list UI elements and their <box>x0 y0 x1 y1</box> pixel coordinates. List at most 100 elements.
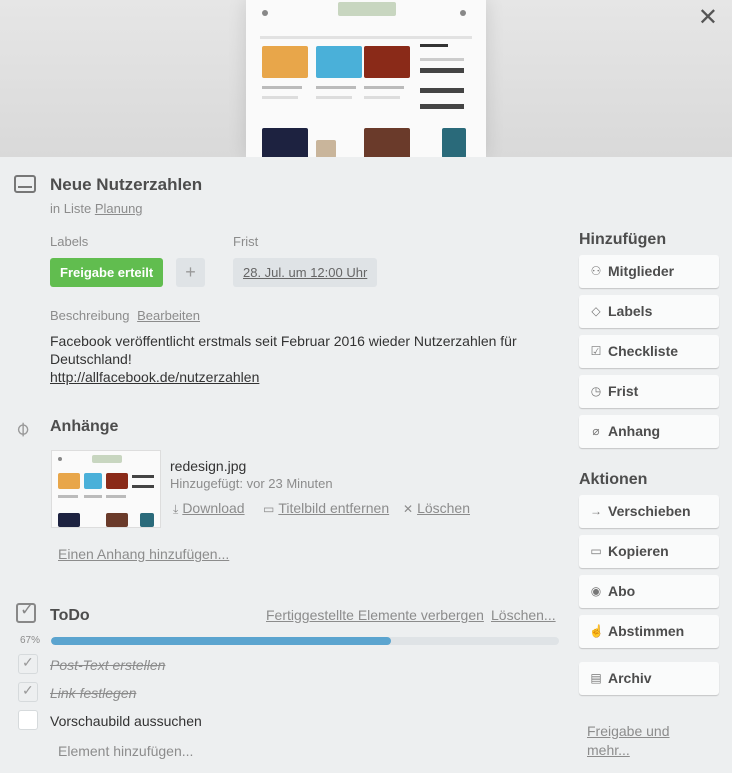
thumbs-up-icon: ☝ <box>589 624 604 638</box>
checklist-icon <box>16 600 36 623</box>
members-label: Mitglieder <box>608 263 675 279</box>
cover-thumb-tile <box>442 128 466 157</box>
add-heading: Hinzufügen <box>579 231 667 248</box>
cover-thumb-logo <box>338 2 396 16</box>
hide-completed-link[interactable]: Fertiggestellte Elemente verbergen <box>266 607 484 623</box>
thumb-tile <box>140 513 154 527</box>
checklist-item-checkbox[interactable] <box>18 682 38 702</box>
vote-label: Abstimmen <box>608 623 685 639</box>
card-icon: ▭ <box>263 502 275 516</box>
thumb-tile <box>106 473 128 489</box>
description-heading: Beschreibung <box>50 308 130 323</box>
archive-label: Archiv <box>608 670 652 686</box>
thumb-line <box>132 475 154 478</box>
delete-checklist-link[interactable]: Löschen... <box>491 607 556 623</box>
cover-thumb-tile <box>364 46 410 78</box>
labels-heading: Labels <box>50 234 89 249</box>
add-checklist-item[interactable]: Element hinzufügen... <box>58 743 193 759</box>
checklist-item-checkbox[interactable] <box>18 710 38 730</box>
card-icon: ▭ <box>590 544 602 558</box>
delete-attachment-link[interactable]: ✕ Löschen <box>403 500 470 516</box>
cover-thumb-line <box>364 86 404 89</box>
add-attachment-link[interactable]: Einen Anhang hinzufügen... <box>58 546 229 562</box>
attachment-name: redesign.jpg <box>170 458 247 474</box>
close-icon[interactable]: ✕ <box>698 6 718 30</box>
actions-heading: Aktionen <box>579 471 648 488</box>
checklist-button[interactable]: ☑ Checkliste <box>579 335 719 368</box>
download-label: Download <box>182 500 245 516</box>
due-button-label: Frist <box>608 383 639 399</box>
description-text: Facebook veröffentlicht erstmals seit Fe… <box>50 333 517 367</box>
members-button[interactable]: ⚇ Mitglieder <box>579 255 719 288</box>
cover-thumb-tile <box>364 128 410 157</box>
thumb-line <box>58 495 78 498</box>
in-list-prefix: in Liste <box>50 201 92 216</box>
description-link[interactable]: http://allfacebook.de/nutzerzahlen <box>50 369 259 385</box>
thumb-line <box>106 495 126 498</box>
subscribe-label: Abo <box>608 583 636 599</box>
thumb-logo <box>92 455 122 463</box>
due-date-button[interactable]: 28. Jul. um 12:00 Uhr <box>233 258 378 287</box>
attachment-thumbnail[interactable] <box>51 450 161 528</box>
add-label-button[interactable]: + <box>176 258 205 287</box>
cover-thumb-line <box>420 58 464 61</box>
progress-bar <box>51 637 559 645</box>
delete-attachment-label: Löschen <box>417 500 470 516</box>
cover-thumb-tile <box>316 140 336 157</box>
cover-thumb-line <box>316 96 352 99</box>
thumb-line <box>84 495 102 498</box>
cover-thumb-dot <box>460 10 466 16</box>
attachment-button-label: Anhang <box>608 423 661 439</box>
cover-thumb-line <box>260 36 472 39</box>
card-detail: Neue Nutzerzahlen in Liste Planung Label… <box>0 157 732 773</box>
progress-percent: 67% <box>20 635 41 646</box>
cover-thumb-line <box>262 86 302 89</box>
progress-bar-fill <box>51 637 392 645</box>
labels-button[interactable]: ◇ Labels <box>579 295 719 328</box>
move-label: Verschieben <box>608 503 691 519</box>
edit-description-link[interactable]: Bearbeiten <box>137 308 200 323</box>
checklist-item-text[interactable]: Link festlegen <box>50 685 136 701</box>
thumb-tile <box>58 513 80 527</box>
tag-icon: ◇ <box>591 304 601 318</box>
checklist-item-checkbox[interactable] <box>18 654 38 674</box>
download-icon: ⤓ <box>173 502 179 516</box>
subscribe-button[interactable]: ◉ Abo <box>579 575 719 608</box>
label-chip-freigabe[interactable]: Freigabe erteilt <box>50 258 164 287</box>
checklist-item-text[interactable]: Post-Text erstellen <box>50 657 165 673</box>
due-date-sidebar-button[interactable]: ◷ Frist <box>579 375 719 408</box>
vote-button[interactable]: ☝ Abstimmen <box>579 615 719 648</box>
person-icon: ⚇ <box>590 264 602 278</box>
thumb-tile <box>106 513 128 527</box>
remove-cover-link[interactable]: ▭ Titelbild entfernen <box>263 500 389 516</box>
attachment-button[interactable]: ⌀ Anhang <box>579 415 719 448</box>
cover-image <box>246 0 486 157</box>
cover-thumb-dot <box>262 10 268 16</box>
checklist-heading[interactable]: ToDo <box>50 607 90 625</box>
remove-cover-label: Titelbild entfernen <box>278 500 390 516</box>
arrow-right-icon: → <box>590 504 602 518</box>
copy-button[interactable]: ▭ Kopieren <box>579 535 719 568</box>
labels-button-label: Labels <box>608 303 653 319</box>
description-body: Facebook veröffentlicht erstmals seit Fe… <box>50 332 540 386</box>
card-title[interactable]: Neue Nutzerzahlen <box>50 175 202 195</box>
card-list-info: in Liste Planung <box>50 201 143 216</box>
list-link[interactable]: Planung <box>95 201 143 216</box>
move-button[interactable]: → Verschieben <box>579 495 719 528</box>
close-icon: ✕ <box>403 502 414 516</box>
cover-thumb-line <box>262 96 298 99</box>
clock-icon: ◷ <box>590 384 602 398</box>
archive-button[interactable]: ▤ Archiv <box>579 662 719 695</box>
cover-thumb-line <box>420 44 448 47</box>
download-link[interactable]: ⤓ Download <box>173 500 245 517</box>
due-heading: Frist <box>233 234 259 249</box>
archive-icon: ▤ <box>590 671 602 685</box>
share-and-more-link[interactable]: Freigabe und mehr... <box>587 722 697 760</box>
cover-thumb-line <box>420 68 464 73</box>
cover-thumb-line <box>420 88 464 93</box>
cover-thumb-tile <box>262 128 308 157</box>
paperclip-icon: ⌀ <box>10 416 35 441</box>
checklist-button-label: Checkliste <box>608 343 679 359</box>
checkbox-icon: ☑ <box>590 344 602 358</box>
checklist-item-text[interactable]: Vorschaubild aussuchen <box>50 713 202 729</box>
